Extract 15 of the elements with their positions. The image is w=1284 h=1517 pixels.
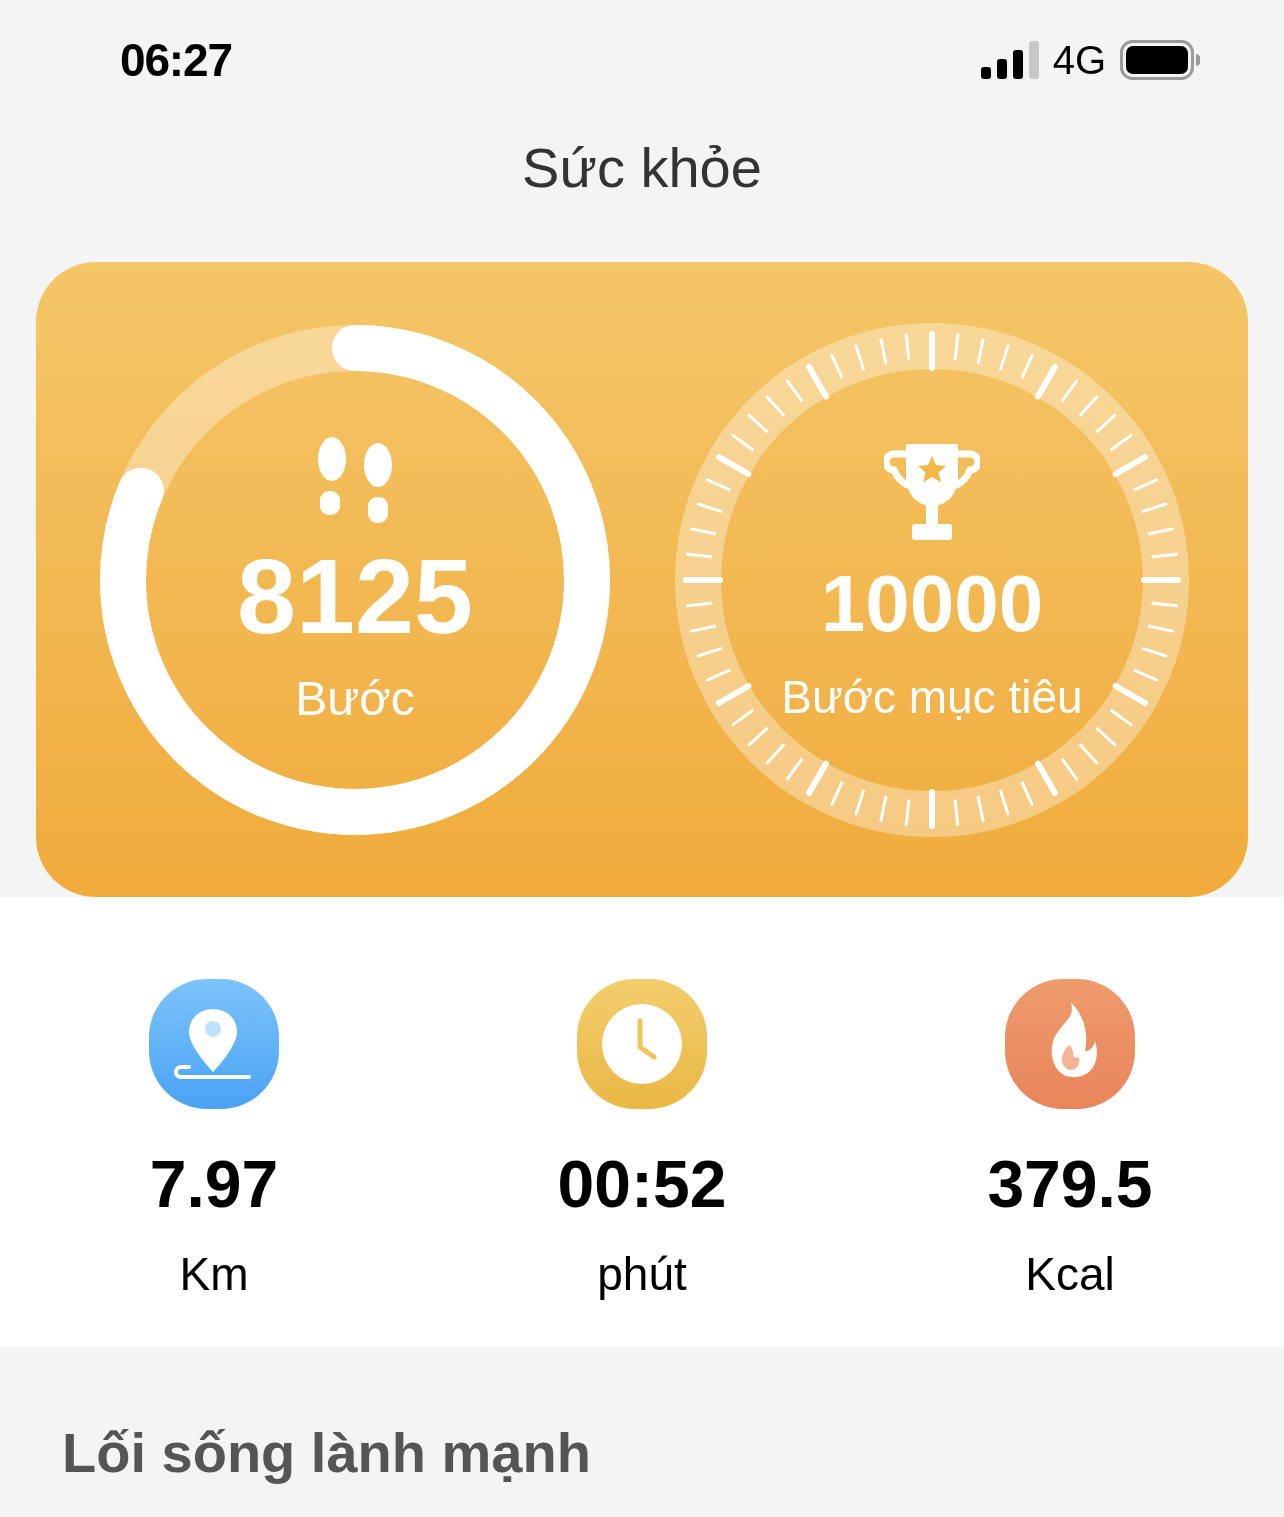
stat-unit: Kcal bbox=[1025, 1251, 1115, 1297]
stat-unit: Km bbox=[179, 1251, 249, 1297]
stat-value: 7.97 bbox=[149, 1151, 279, 1217]
goal-label: Bước mục tiêu bbox=[781, 673, 1083, 720]
section-heading: Lối sống lành mạnh bbox=[62, 1421, 591, 1484]
status-time: 06:27 bbox=[120, 32, 232, 88]
steps-count: 8125 bbox=[237, 542, 473, 649]
signal-icon bbox=[980, 41, 1039, 79]
stat-value: 379.5 bbox=[987, 1151, 1153, 1217]
page-title: Sức khỏe bbox=[522, 135, 762, 201]
goal-count: 10000 bbox=[820, 563, 1044, 644]
stat-value: 00:52 bbox=[557, 1151, 727, 1217]
network-type: 4G bbox=[1052, 37, 1106, 84]
battery-icon bbox=[1120, 40, 1200, 80]
steps-label: Bước bbox=[295, 674, 415, 723]
